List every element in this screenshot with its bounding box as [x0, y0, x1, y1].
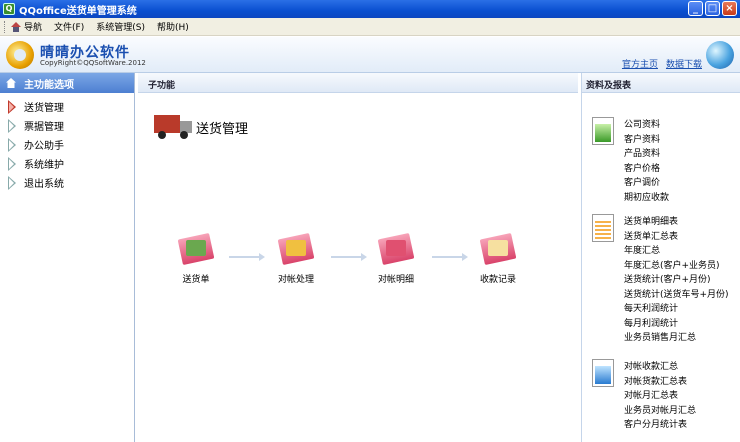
nav-item-maintenance[interactable]: 系统维护 — [0, 154, 134, 173]
report-link[interactable]: 客户资料 — [624, 132, 740, 147]
report-link[interactable]: 年度汇总 — [624, 243, 740, 258]
report-link[interactable]: 客户价格 — [624, 161, 740, 176]
report-link[interactable]: 每天利润统计 — [624, 301, 740, 316]
header-banner: 晴晴办公软件 CopyRight©QQSoftWare.2012 官方主页 数据… — [0, 37, 740, 73]
triangle-icon — [8, 99, 16, 114]
home-icon — [11, 21, 21, 32]
nav-item-bills[interactable]: 票据管理 — [0, 116, 134, 135]
arrow-icon — [229, 253, 265, 261]
sub-function-panel: 子功能 送货管理 送货单 对帐处理 对帐明细 收款记录 — [138, 73, 578, 442]
menu-help[interactable]: 帮助(H) — [157, 20, 189, 33]
home-icon — [6, 78, 16, 88]
report-list: 公司资料 客户资料 产品资料 客户价格 客户调价 期初应收款 — [624, 117, 740, 204]
report-link[interactable]: 每月利润统计 — [624, 316, 740, 331]
flow-payment-record[interactable]: 收款记录 — [468, 228, 528, 285]
nav-item-label: 办公助手 — [24, 141, 64, 152]
nav-item-office-assistant[interactable]: 办公助手 — [0, 135, 134, 154]
header-links: 官方主页 数据下载 — [622, 57, 702, 70]
blue-report-icon — [592, 359, 614, 387]
folder-icon — [376, 228, 416, 268]
sub-function-header: 子功能 — [138, 73, 578, 93]
minimize-button[interactable]: _ — [688, 1, 703, 16]
report-link[interactable]: 产品资料 — [624, 146, 740, 161]
main-options-title: 主功能选项 — [24, 79, 74, 91]
window-title: QQoffice送货单管理系统 — [19, 5, 137, 17]
report-link[interactable]: 对帐收款汇总 — [624, 359, 740, 374]
triangle-icon — [8, 156, 16, 171]
window-controls: _ □ × — [688, 1, 737, 16]
flow-reconcile[interactable]: 对帐处理 — [266, 228, 326, 285]
folder-icon — [478, 228, 518, 268]
flow-label: 对帐明细 — [377, 275, 414, 285]
nav-item-label: 系统维护 — [24, 160, 64, 171]
flow-delivery-note[interactable]: 送货单 — [166, 228, 226, 285]
menu-navigate[interactable]: 导航 — [11, 20, 42, 33]
arrow-icon — [331, 253, 367, 261]
logo-copyright: CopyRight©QQSoftWare.2012 — [40, 59, 146, 67]
report-link[interactable]: 业务员销售月汇总 — [624, 330, 740, 345]
orange-report-icon — [592, 214, 614, 242]
nav-item-label: 送货管理 — [24, 103, 64, 114]
report-link[interactable]: 送货单汇总表 — [624, 229, 740, 244]
flow-label: 送货单 — [182, 275, 210, 285]
flow-reconcile-detail[interactable]: 对帐明细 — [366, 228, 426, 285]
triangle-icon — [8, 137, 16, 152]
section-title-text: 送货管理 — [196, 121, 249, 137]
maximize-button[interactable]: □ — [705, 1, 720, 16]
globe-icon — [706, 41, 734, 69]
report-link[interactable]: 客户调价 — [624, 175, 740, 190]
report-link[interactable]: 业务员对帐月汇总 — [624, 403, 740, 418]
section-title: 送货管理 — [154, 115, 248, 139]
report-link[interactable]: 送货统计(客户+月份) — [624, 272, 740, 287]
reports-panel: 资料及报表 公司资料 客户资料 产品资料 客户价格 客户调价 期初应收款 送货单… — [581, 73, 740, 442]
menu-bar: 导航 文件(F) 系统管理(S) 帮助(H) — [0, 18, 740, 36]
report-link[interactable]: 期初应收款 — [624, 190, 740, 205]
toolbar-grip[interactable] — [4, 20, 7, 33]
arrow-icon — [432, 253, 468, 261]
main-nav: 送货管理 票据管理 办公助手 系统维护 退出系统 — [0, 93, 134, 192]
menu-file[interactable]: 文件(F) — [54, 20, 84, 33]
report-list: 送货单明细表 送货单汇总表 年度汇总 年度汇总(客户+业务员) 送货统计(客户+… — [624, 214, 740, 345]
report-link[interactable]: 年度汇总(客户+业务员) — [624, 258, 740, 273]
main-options-header: 主功能选项 — [0, 73, 134, 93]
close-button[interactable]: × — [722, 1, 737, 16]
reports-header: 资料及报表 — [582, 73, 740, 93]
official-site-link[interactable]: 官方主页 — [622, 57, 658, 70]
triangle-icon — [8, 118, 16, 133]
report-link[interactable]: 送货统计(送货车号+月份) — [624, 287, 740, 302]
nav-item-label: 退出系统 — [24, 179, 64, 190]
folder-icon — [176, 228, 216, 268]
report-link[interactable]: 公司资料 — [624, 117, 740, 132]
app-icon: Q — [3, 3, 15, 15]
title-bar: Q QQoffice送货单管理系统 _ □ × — [0, 0, 740, 18]
nav-item-delivery[interactable]: 送货管理 — [0, 97, 134, 116]
green-table-icon — [592, 117, 614, 145]
report-link[interactable]: 对帐月汇总表 — [624, 388, 740, 403]
nav-item-label: 票据管理 — [24, 122, 64, 133]
menu-navigate-label: 导航 — [24, 23, 43, 33]
report-link[interactable]: 客户分月统计表 — [624, 417, 740, 432]
main-options-panel: 主功能选项 送货管理 票据管理 办公助手 系统维护 退出系统 — [0, 73, 135, 442]
data-download-link[interactable]: 数据下载 — [666, 57, 702, 70]
truck-icon — [154, 115, 192, 139]
report-list: 对帐收款汇总 对帐货款汇总表 对帐月汇总表 业务员对帐月汇总 客户分月统计表 — [624, 359, 740, 432]
nav-item-exit[interactable]: 退出系统 — [0, 173, 134, 192]
menu-system[interactable]: 系统管理(S) — [96, 20, 145, 33]
flow-label: 对帐处理 — [277, 275, 314, 285]
logo-icon — [6, 41, 34, 69]
report-link[interactable]: 对帐货款汇总表 — [624, 374, 740, 389]
triangle-icon — [8, 175, 16, 190]
flow-label: 收款记录 — [479, 275, 516, 285]
folder-icon — [276, 228, 316, 268]
report-link[interactable]: 送货单明细表 — [624, 214, 740, 229]
